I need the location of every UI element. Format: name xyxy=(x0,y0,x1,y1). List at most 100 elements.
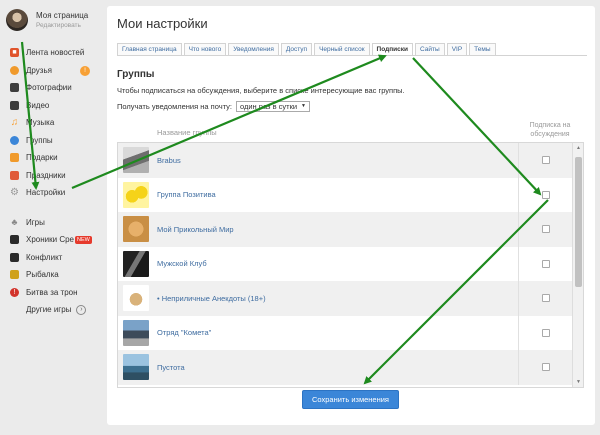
sidebar-item-video[interactable]: Видео xyxy=(0,97,104,115)
conflict-icon xyxy=(10,252,19,262)
group-thumbnail xyxy=(123,319,149,346)
subscription-checkbox[interactable] xyxy=(542,328,550,337)
fishing-icon xyxy=(10,270,19,280)
sidebar-item-label: Группы xyxy=(26,135,53,145)
sidebar-item-label: Видео xyxy=(26,100,50,110)
column-header-group-name: Название группы xyxy=(157,128,217,137)
email-frequency-value: один раз в сутки xyxy=(239,102,298,111)
sidebar-item-label: Музыка xyxy=(26,118,55,128)
scroll-up-arrow-icon[interactable]: ▲ xyxy=(573,143,583,153)
gift-icon xyxy=(10,153,19,163)
group-name-link[interactable]: • Неприличные Анекдоты (18+) xyxy=(157,294,266,303)
table-row: Мужской Клуб xyxy=(118,246,573,281)
sidebar-item-label: Рыбалка xyxy=(26,270,59,280)
photo-icon xyxy=(10,83,19,93)
sidebar-item-label: Игры xyxy=(26,217,45,227)
music-icon: ♫ xyxy=(10,116,19,128)
groups-list: Brabus Группа Позитива Мой Прикольный Ми… xyxy=(117,142,584,388)
avatar[interactable] xyxy=(6,9,28,31)
section-description: Чтобы подписаться на обсуждения, выберит… xyxy=(117,86,405,95)
table-row: Brabus xyxy=(118,143,573,178)
sidebar-item-settings[interactable]: ⚙ Настройки xyxy=(0,184,104,202)
sidebar-item-photos[interactable]: Фотографии xyxy=(0,79,104,97)
subscription-checkbox[interactable] xyxy=(542,294,550,303)
friends-icon xyxy=(10,65,19,75)
sidebar-item-label: Хроники Сре xyxy=(26,235,74,245)
left-sidebar: Моя страница Редактировать ■ Лента новос… xyxy=(0,0,104,435)
subscription-checkbox[interactable] xyxy=(542,225,550,234)
group-name-link[interactable]: Мой Прикольный Мир xyxy=(157,225,234,234)
gear-icon: ⚙ xyxy=(10,186,19,198)
sidebar-item-label: Конфликт xyxy=(26,252,63,262)
group-thumbnail xyxy=(123,147,149,174)
sidebar-item-label: Друзья xyxy=(26,65,52,75)
sidebar-item-label: Праздники xyxy=(26,170,66,180)
table-row: Группа Позитива xyxy=(118,177,573,212)
sidebar-item-news[interactable]: ■ Лента новостей xyxy=(0,44,104,62)
sidebar-item-friends[interactable]: Друзья ! xyxy=(0,62,104,80)
sidebar-item-gifts[interactable]: Подарки xyxy=(0,149,104,167)
tabs-divider xyxy=(117,55,587,56)
notification-badge[interactable]: ! xyxy=(80,65,90,76)
group-thumbnail xyxy=(123,216,149,243)
table-row: • Неприличные Анекдоты (18+) xyxy=(118,281,573,316)
sidebar-item-chronicles[interactable]: Хроники Сре NEW xyxy=(0,231,104,249)
table-row: Отряд "Комета" xyxy=(118,315,573,350)
subscription-cell xyxy=(518,177,573,212)
group-name-link[interactable]: Отряд "Комета" xyxy=(157,328,211,337)
subscription-cell xyxy=(518,315,573,350)
subscription-cell xyxy=(518,350,573,385)
sidebar-item-games[interactable]: ♣ Игры xyxy=(0,214,104,232)
sidebar-item-music[interactable]: ♫ Музыка xyxy=(0,114,104,132)
subscription-checkbox[interactable] xyxy=(542,190,550,199)
sidebar-item-more-games[interactable]: Другие игры › xyxy=(0,301,104,319)
email-notify-label: Получать уведомления на почту: xyxy=(117,102,232,111)
sidebar-item-groups[interactable]: Группы xyxy=(0,132,104,150)
email-frequency-select[interactable]: один раз в сутки ▼ xyxy=(235,101,310,112)
menu-divider xyxy=(0,202,104,214)
group-name-link[interactable]: Группа Позитива xyxy=(157,190,216,199)
profile-block[interactable]: Моя страница Редактировать xyxy=(6,9,102,33)
group-thumbnail xyxy=(123,250,149,277)
list-scrollbar[interactable]: ▲ ▼ xyxy=(572,143,583,387)
profile-name[interactable]: Моя страница xyxy=(36,11,88,20)
scroll-down-arrow-icon[interactable]: ▼ xyxy=(573,377,583,387)
subscription-checkbox[interactable] xyxy=(542,156,550,165)
sidebar-item-label: Подарки xyxy=(26,153,58,163)
subscription-cell xyxy=(518,246,573,281)
chronicles-icon xyxy=(10,235,19,245)
chevron-down-icon: ▼ xyxy=(301,103,306,109)
group-name-link[interactable]: Brabus xyxy=(157,156,181,165)
sidebar-item-label: Битва за трон xyxy=(26,287,78,297)
new-badge: NEW xyxy=(75,235,92,244)
save-changes-button[interactable]: Сохранить изменения xyxy=(302,390,399,409)
settings-card: Мои настройки Главная страница Что новог… xyxy=(107,6,595,425)
sidebar-item-label: Другие игры xyxy=(26,305,72,315)
page-title: Мои настройки xyxy=(117,16,208,31)
subscription-cell xyxy=(518,212,573,247)
groups-icon xyxy=(10,135,19,145)
sidebar-item-label: Фотографии xyxy=(26,83,72,93)
table-row: Мой Прикольный Мир xyxy=(118,212,573,247)
subscription-checkbox[interactable] xyxy=(542,259,550,268)
games-icon: ♣ xyxy=(11,216,18,227)
group-name-link[interactable]: Мужской Клуб xyxy=(157,259,207,268)
sidebar-item-label: Настройки xyxy=(26,188,66,198)
subscription-checkbox[interactable] xyxy=(542,363,550,372)
group-name-link[interactable]: Пустота xyxy=(157,363,185,372)
group-thumbnail xyxy=(123,285,149,312)
sidebar-item-fishing[interactable]: Рыбалка xyxy=(0,266,104,284)
chevron-right-icon[interactable]: › xyxy=(76,304,87,315)
table-row: Пустота xyxy=(118,350,573,385)
group-thumbnail xyxy=(123,354,149,381)
sidebar-item-holidays[interactable]: Праздники xyxy=(0,167,104,185)
scroll-thumb[interactable] xyxy=(575,157,582,287)
battle-icon: ! xyxy=(10,287,19,297)
email-notify-row: Получать уведомления на почту: один раз … xyxy=(117,101,310,112)
profile-edit-link[interactable]: Редактировать xyxy=(36,22,81,29)
news-icon: ■ xyxy=(10,48,19,58)
sidebar-item-conflict[interactable]: Конфликт xyxy=(0,249,104,267)
video-icon xyxy=(10,100,19,110)
sidebar-item-battle[interactable]: ! Битва за трон xyxy=(0,284,104,302)
